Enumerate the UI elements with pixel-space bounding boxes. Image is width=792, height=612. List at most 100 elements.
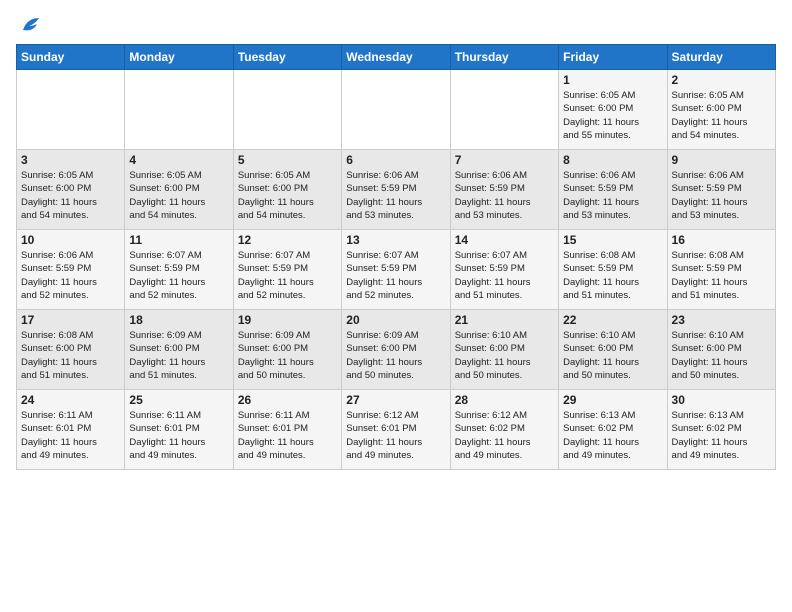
day-number: 29	[563, 393, 662, 407]
day-info: Sunrise: 6:06 AMSunset: 5:59 PMDaylight:…	[672, 169, 771, 222]
calendar-cell: 1 Sunrise: 6:05 AMSunset: 6:00 PMDaylight…	[559, 70, 667, 150]
day-info: Sunrise: 6:10 AMSunset: 6:00 PMDaylight:…	[672, 329, 771, 382]
calendar-body: 1 Sunrise: 6:05 AMSunset: 6:00 PMDaylight…	[17, 70, 776, 470]
calendar-cell: 4Sunrise: 6:05 AMSunset: 6:00 PMDaylight…	[125, 150, 233, 230]
day-info: Sunrise: 6:10 AMSunset: 6:00 PMDaylight:…	[455, 329, 554, 382]
day-number: 7	[455, 153, 554, 167]
day-info: Sunrise: 6:07 AMSunset: 5:59 PMDaylight:…	[238, 249, 337, 302]
day-number: 2	[672, 73, 771, 87]
day-number: 13	[346, 233, 445, 247]
calendar-table: SundayMondayTuesdayWednesdayThursdayFrid…	[16, 44, 776, 470]
logo-bird-icon	[19, 16, 41, 34]
weekday-sunday: Sunday	[17, 45, 125, 70]
calendar-cell: 10Sunrise: 6:06 AMSunset: 5:59 PMDayligh…	[17, 230, 125, 310]
weekday-thursday: Thursday	[450, 45, 558, 70]
day-number: 4	[129, 153, 228, 167]
calendar-cell: 5Sunrise: 6:05 AMSunset: 6:00 PMDaylight…	[233, 150, 341, 230]
calendar-cell: 23 Sunrise: 6:10 AMSunset: 6:00 PMDayligh…	[667, 310, 775, 390]
day-number: 9	[672, 153, 771, 167]
calendar-cell: 3 Sunrise: 6:05 AMSunset: 6:00 PMDaylight…	[17, 150, 125, 230]
day-info: Sunrise: 6:08 AMSunset: 5:59 PMDaylight:…	[563, 249, 662, 302]
day-info: Sunrise: 6:11 AMSunset: 6:01 PMDaylight:…	[21, 409, 120, 462]
weekday-header-row: SundayMondayTuesdayWednesdayThursdayFrid…	[17, 45, 776, 70]
calendar-week-0: 1 Sunrise: 6:05 AMSunset: 6:00 PMDaylight…	[17, 70, 776, 150]
calendar-cell	[17, 70, 125, 150]
day-number: 23	[672, 313, 771, 327]
calendar-cell: 17 Sunrise: 6:08 AMSunset: 6:00 PMDayligh…	[17, 310, 125, 390]
calendar-cell: 29 Sunrise: 6:13 AMSunset: 6:02 PMDayligh…	[559, 390, 667, 470]
day-info: Sunrise: 6:06 AMSunset: 5:59 PMDaylight:…	[455, 169, 554, 222]
day-info: Sunrise: 6:06 AMSunset: 5:59 PMDaylight:…	[563, 169, 662, 222]
day-info: Sunrise: 6:08 AMSunset: 5:59 PMDaylight:…	[672, 249, 771, 302]
day-number: 25	[129, 393, 228, 407]
day-info: Sunrise: 6:09 AMSunset: 6:00 PMDaylight:…	[238, 329, 337, 382]
calendar-cell: 16 Sunrise: 6:08 AMSunset: 5:59 PMDayligh…	[667, 230, 775, 310]
day-info: Sunrise: 6:11 AMSunset: 6:01 PMDaylight:…	[129, 409, 228, 462]
calendar-week-1: 3 Sunrise: 6:05 AMSunset: 6:00 PMDaylight…	[17, 150, 776, 230]
calendar-week-3: 17 Sunrise: 6:08 AMSunset: 6:00 PMDayligh…	[17, 310, 776, 390]
day-number: 5	[238, 153, 337, 167]
calendar-cell: 18Sunrise: 6:09 AMSunset: 6:00 PMDayligh…	[125, 310, 233, 390]
day-number: 27	[346, 393, 445, 407]
calendar-cell: 25 Sunrise: 6:11 AMSunset: 6:01 PMDayligh…	[125, 390, 233, 470]
day-number: 20	[346, 313, 445, 327]
calendar-cell	[125, 70, 233, 150]
day-number: 21	[455, 313, 554, 327]
calendar-cell: 15 Sunrise: 6:08 AMSunset: 5:59 PMDayligh…	[559, 230, 667, 310]
day-number: 11	[129, 233, 228, 247]
day-number: 3	[21, 153, 120, 167]
calendar-header: SundayMondayTuesdayWednesdayThursdayFrid…	[17, 45, 776, 70]
day-info: Sunrise: 6:09 AMSunset: 6:00 PMDaylight:…	[129, 329, 228, 382]
day-number: 24	[21, 393, 120, 407]
day-info: Sunrise: 6:05 AMSunset: 6:00 PMDaylight:…	[672, 89, 771, 142]
calendar-cell: 21 Sunrise: 6:10 AMSunset: 6:00 PMDayligh…	[450, 310, 558, 390]
calendar-cell: 14 Sunrise: 6:07 AMSunset: 5:59 PMDayligh…	[450, 230, 558, 310]
day-number: 30	[672, 393, 771, 407]
calendar-cell: 12 Sunrise: 6:07 AMSunset: 5:59 PMDayligh…	[233, 230, 341, 310]
calendar-week-4: 24 Sunrise: 6:11 AMSunset: 6:01 PMDayligh…	[17, 390, 776, 470]
calendar-cell: 8Sunrise: 6:06 AMSunset: 5:59 PMDaylight…	[559, 150, 667, 230]
day-info: Sunrise: 6:06 AMSunset: 5:59 PMDaylight:…	[346, 169, 445, 222]
day-info: Sunrise: 6:07 AMSunset: 5:59 PMDaylight:…	[346, 249, 445, 302]
day-number: 19	[238, 313, 337, 327]
day-number: 14	[455, 233, 554, 247]
calendar-cell: 13 Sunrise: 6:07 AMSunset: 5:59 PMDayligh…	[342, 230, 450, 310]
day-number: 26	[238, 393, 337, 407]
calendar-cell	[233, 70, 341, 150]
calendar-cell	[450, 70, 558, 150]
day-number: 6	[346, 153, 445, 167]
calendar-cell: 22 Sunrise: 6:10 AMSunset: 6:00 PMDayligh…	[559, 310, 667, 390]
day-info: Sunrise: 6:11 AMSunset: 6:01 PMDaylight:…	[238, 409, 337, 462]
day-info: Sunrise: 6:05 AMSunset: 6:00 PMDaylight:…	[21, 169, 120, 222]
calendar-cell: 26 Sunrise: 6:11 AMSunset: 6:01 PMDayligh…	[233, 390, 341, 470]
day-info: Sunrise: 6:13 AMSunset: 6:02 PMDaylight:…	[563, 409, 662, 462]
day-info: Sunrise: 6:12 AMSunset: 6:02 PMDaylight:…	[455, 409, 554, 462]
weekday-wednesday: Wednesday	[342, 45, 450, 70]
day-number: 1	[563, 73, 662, 87]
day-number: 16	[672, 233, 771, 247]
day-info: Sunrise: 6:08 AMSunset: 6:00 PMDaylight:…	[21, 329, 120, 382]
calendar-cell: 19 Sunrise: 6:09 AMSunset: 6:00 PMDayligh…	[233, 310, 341, 390]
day-info: Sunrise: 6:05 AMSunset: 6:00 PMDaylight:…	[563, 89, 662, 142]
day-info: Sunrise: 6:10 AMSunset: 6:00 PMDaylight:…	[563, 329, 662, 382]
header	[16, 16, 776, 34]
weekday-saturday: Saturday	[667, 45, 775, 70]
day-info: Sunrise: 6:13 AMSunset: 6:02 PMDaylight:…	[672, 409, 771, 462]
day-number: 10	[21, 233, 120, 247]
weekday-tuesday: Tuesday	[233, 45, 341, 70]
calendar-cell: 2 Sunrise: 6:05 AMSunset: 6:00 PMDaylight…	[667, 70, 775, 150]
day-number: 17	[21, 313, 120, 327]
day-number: 12	[238, 233, 337, 247]
day-info: Sunrise: 6:12 AMSunset: 6:01 PMDaylight:…	[346, 409, 445, 462]
logo	[16, 16, 41, 34]
calendar-cell: 9 Sunrise: 6:06 AMSunset: 5:59 PMDaylight…	[667, 150, 775, 230]
day-info: Sunrise: 6:07 AMSunset: 5:59 PMDaylight:…	[455, 249, 554, 302]
calendar-cell: 20 Sunrise: 6:09 AMSunset: 6:00 PMDayligh…	[342, 310, 450, 390]
day-info: Sunrise: 6:09 AMSunset: 6:00 PMDaylight:…	[346, 329, 445, 382]
calendar-cell: 6 Sunrise: 6:06 AMSunset: 5:59 PMDaylight…	[342, 150, 450, 230]
day-number: 15	[563, 233, 662, 247]
calendar-cell: 30 Sunrise: 6:13 AMSunset: 6:02 PMDayligh…	[667, 390, 775, 470]
day-number: 22	[563, 313, 662, 327]
calendar-week-2: 10Sunrise: 6:06 AMSunset: 5:59 PMDayligh…	[17, 230, 776, 310]
calendar-cell: 27 Sunrise: 6:12 AMSunset: 6:01 PMDayligh…	[342, 390, 450, 470]
